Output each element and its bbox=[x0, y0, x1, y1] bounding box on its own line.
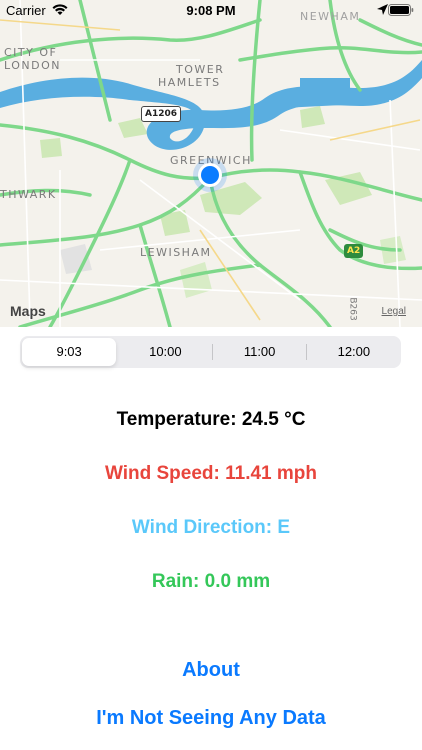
wind-direction-label: Wind Direction: E bbox=[131, 517, 291, 538]
location-arrow-icon bbox=[377, 3, 388, 18]
temperature-label: Temperature: 24.5 °C bbox=[116, 409, 306, 430]
segment-1000[interactable]: 10:00 bbox=[118, 336, 213, 368]
segment-1200[interactable]: 12:00 bbox=[307, 336, 401, 368]
road-label-b263: B263 bbox=[347, 297, 358, 321]
status-time: 9:08 PM bbox=[186, 3, 236, 18]
map-label-hamlets: HAMLETS bbox=[158, 76, 221, 89]
no-data-button[interactable]: I'm Not Seeing Any Data bbox=[0, 707, 422, 730]
map-label-tower: TOWER bbox=[176, 63, 225, 76]
battery-icon bbox=[388, 4, 414, 19]
road-badge-a1206: A1206 bbox=[141, 106, 182, 122]
rain-label: Rain: 0.0 mm bbox=[151, 571, 271, 592]
map-label-lewisham: LEWISHAM bbox=[140, 246, 212, 259]
wind-speed-label: Wind Speed: 11.41 mph bbox=[104, 463, 318, 484]
segment-1100[interactable]: 11:00 bbox=[213, 336, 307, 368]
map-view[interactable]: CITY OF LONDON TOWER HAMLETS GREENWICH T… bbox=[0, 0, 422, 327]
map-label-city-of: CITY OF bbox=[4, 46, 58, 59]
current-location-dot bbox=[193, 158, 227, 192]
about-button[interactable]: About bbox=[0, 659, 422, 682]
status-bar: Carrier 9:08 PM bbox=[0, 0, 422, 20]
map-label-london: LONDON bbox=[4, 59, 61, 72]
map-label-southwark: THWARK bbox=[0, 188, 57, 201]
road-badge-a2: A2 bbox=[344, 244, 364, 258]
legal-link[interactable]: Legal bbox=[382, 306, 406, 317]
apple-maps-attribution: Maps bbox=[10, 303, 46, 319]
time-segmented-control[interactable]: 9:03 10:00 11:00 12:00 bbox=[20, 336, 401, 368]
segment-0903[interactable]: 9:03 bbox=[22, 338, 117, 366]
